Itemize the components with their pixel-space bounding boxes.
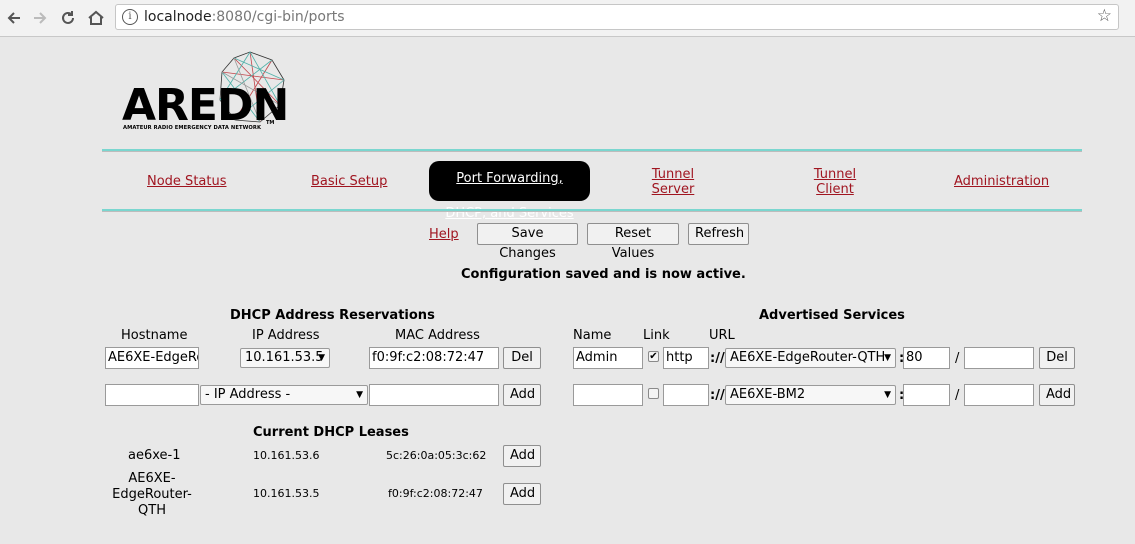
service-path-field[interactable] xyxy=(964,347,1034,369)
service-new-protocol-field[interactable] xyxy=(663,384,709,406)
service-new-link-checkbox[interactable] xyxy=(648,388,659,399)
forward-arrow-icon[interactable] xyxy=(30,8,50,28)
lease-mac: f0:9f:c2:08:72:47 xyxy=(388,487,483,500)
nav-basic-setup[interactable]: Basic Setup xyxy=(311,174,387,189)
lease-hostname: ae6xe-1 xyxy=(128,448,181,463)
dhcp-new-hostname-field[interactable] xyxy=(105,384,199,406)
dhcp-new-mac-field[interactable] xyxy=(369,384,499,406)
service-scheme-separator: :// xyxy=(710,351,725,366)
service-host-select[interactable]: AE6XE-EdgeRouter-QTH ▼ xyxy=(725,348,896,368)
nav-rule-top xyxy=(102,149,1082,152)
back-arrow-icon[interactable] xyxy=(4,8,24,28)
dhcp-reservations-title: DHCP Address Reservations xyxy=(230,308,435,323)
dropdown-arrow-icon: ▼ xyxy=(884,353,891,363)
help-link[interactable]: Help xyxy=(429,227,459,242)
lease-ip: 10.161.53.6 xyxy=(253,449,320,462)
address-bar[interactable]: i localnode:8080/cgi-bin/ports ☆ xyxy=(115,4,1119,30)
service-del-button[interactable]: Del xyxy=(1039,347,1075,369)
dhcp-new-ip-select[interactable]: - IP Address - ▼ xyxy=(200,385,368,405)
lease-mac: 5c:26:0a:05:3c:62 xyxy=(386,449,487,462)
nav-tunnel-server-line2: Server xyxy=(651,182,695,197)
dhcp-del-button[interactable]: Del xyxy=(503,347,541,369)
dropdown-arrow-icon: ▼ xyxy=(884,390,891,400)
service-new-port-field[interactable] xyxy=(903,384,950,406)
home-icon[interactable] xyxy=(86,8,106,28)
dhcp-col-hostname: Hostname xyxy=(121,328,188,343)
dhcp-ip-select[interactable]: 10.161.53.5 ▼ xyxy=(240,348,330,368)
dhcp-col-mac: MAC Address xyxy=(395,328,480,343)
lease-add-button[interactable]: Add xyxy=(503,445,541,467)
service-port-field[interactable]: 80 xyxy=(903,347,950,369)
service-link-checkbox[interactable]: ✔ xyxy=(648,351,659,362)
aredn-logo: AREDN AMATEUR RADIO EMERGENCY DATA NETWO… xyxy=(122,50,292,140)
dhcp-new-ip-select-value: - IP Address - xyxy=(205,387,291,402)
dhcp-ip-select-value: 10.161.53.5 xyxy=(245,350,324,365)
logo-tagline: AMATEUR RADIO EMERGENCY DATA NETWORK xyxy=(123,125,262,131)
dhcp-col-ip: IP Address xyxy=(252,328,320,343)
logo-trademark: TM xyxy=(266,120,275,126)
service-add-button[interactable]: Add xyxy=(1039,384,1075,406)
nav-node-status[interactable]: Node Status xyxy=(147,174,227,189)
dhcp-mac-field[interactable]: f0:9f:c2:08:72:47 xyxy=(369,347,499,369)
url-text[interactable]: localnode:8080/cgi-bin/ports xyxy=(144,9,345,25)
nav-tunnel-client[interactable]: Tunnel Client xyxy=(810,167,860,197)
nav-tunnel-server-line1: Tunnel xyxy=(651,167,695,182)
dropdown-arrow-icon: ▼ xyxy=(318,353,325,363)
lease-hostname-line3: QTH xyxy=(138,503,166,518)
services-col-name: Name xyxy=(573,328,612,343)
advertised-services-title: Advertised Services xyxy=(759,308,905,323)
service-new-host-select-value: AE6XE-BM2 xyxy=(730,387,806,402)
nav-tunnel-client-line2: Client xyxy=(816,182,854,197)
services-col-url: URL xyxy=(709,328,735,343)
nav-port-forwarding-active[interactable]: Port Forwarding, DHCP, and Services xyxy=(429,161,590,221)
reset-values-button[interactable]: Reset Values xyxy=(587,223,679,261)
service-new-host-select[interactable]: AE6XE-BM2 ▼ xyxy=(725,385,896,405)
nav-administration[interactable]: Administration xyxy=(954,174,1049,189)
url-path: :8080/cgi-bin/ports xyxy=(211,9,345,25)
url-host: localnode xyxy=(144,9,212,25)
save-changes-button[interactable]: Save Changes xyxy=(477,223,578,261)
service-new-name-field[interactable] xyxy=(573,384,643,406)
status-message: Configuration saved and is now active. xyxy=(461,267,746,282)
service-name-field[interactable]: Admin xyxy=(573,347,643,369)
lease-add-button[interactable]: Add xyxy=(503,483,541,505)
lease-hostname-line1: AE6XE- xyxy=(128,471,176,486)
refresh-button[interactable]: Refresh xyxy=(688,223,749,245)
service-new-path-separator: / xyxy=(955,388,960,403)
service-new-scheme-separator: :// xyxy=(710,388,725,403)
nav-tunnel-server[interactable]: Tunnel Server xyxy=(648,167,698,197)
lease-ip: 10.161.53.5 xyxy=(253,487,320,500)
nav-tunnel-client-line1: Tunnel xyxy=(813,167,857,182)
info-icon[interactable]: i xyxy=(122,9,138,25)
service-host-select-value: AE6XE-EdgeRouter-QTH xyxy=(730,350,886,365)
dhcp-add-button[interactable]: Add xyxy=(503,384,541,406)
service-path-separator: / xyxy=(955,351,960,366)
nav-rule-bottom xyxy=(102,209,1082,212)
lease-hostname-line2: EdgeRouter- xyxy=(112,487,192,502)
browser-toolbar: i localnode:8080/cgi-bin/ports ☆ xyxy=(0,0,1135,37)
reload-icon[interactable] xyxy=(58,8,78,28)
nav-port-forwarding-line1: Port Forwarding, xyxy=(456,171,563,186)
dhcp-hostname-field[interactable]: AE6XE-EdgeRo xyxy=(105,347,199,369)
service-protocol-field[interactable]: http xyxy=(663,347,709,369)
logo-wordmark: AREDN xyxy=(122,80,289,131)
lease-hostname-multiline: AE6XE- EdgeRouter- QTH xyxy=(110,471,194,519)
service-new-path-field[interactable] xyxy=(964,384,1034,406)
dropdown-arrow-icon: ▼ xyxy=(356,390,363,400)
bookmark-star-icon[interactable]: ☆ xyxy=(1097,6,1112,26)
dhcp-leases-title: Current DHCP Leases xyxy=(253,425,409,440)
services-col-link: Link xyxy=(643,328,670,343)
